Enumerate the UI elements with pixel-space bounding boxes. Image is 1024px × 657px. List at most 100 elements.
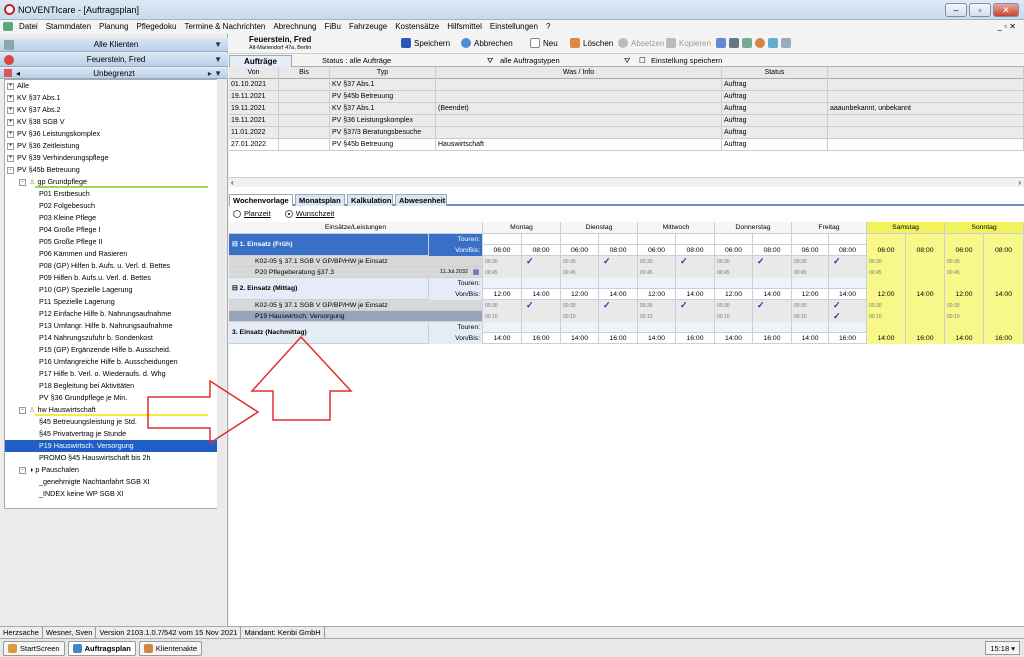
user-icon[interactable] <box>768 38 778 48</box>
menu-item[interactable]: Abrechnung <box>273 22 316 31</box>
time-cell[interactable]: 14:00 <box>984 289 1024 300</box>
tree-item[interactable]: + Alle <box>5 80 218 92</box>
tree-item[interactable]: + PV §39 Verhinderungspflege <box>5 152 218 164</box>
duration-cell[interactable]: 00:30 <box>792 300 829 311</box>
duration-cell[interactable]: 00:30 <box>867 256 906 267</box>
time-cell[interactable]: 16:00 <box>906 333 945 344</box>
tree-item[interactable]: PV §36 Grundpflege je Min. <box>5 392 218 404</box>
plan-time-radio[interactable] <box>233 209 241 218</box>
duration-cell[interactable]: 00:10 <box>561 311 599 322</box>
tree-item[interactable]: P11 Spezielle Lagerung <box>5 296 218 308</box>
time-cell[interactable]: 06:00 <box>792 245 829 256</box>
check-cell[interactable] <box>522 267 561 278</box>
minimize-button[interactable]: – <box>945 3 967 17</box>
chart-icon[interactable] <box>742 38 752 48</box>
touren-cell[interactable] <box>522 234 561 245</box>
touren-cell[interactable] <box>676 322 715 333</box>
duration-cell[interactable]: 00:30 <box>638 300 676 311</box>
check-cell[interactable] <box>599 267 638 278</box>
period-select[interactable]: ◂ Unbegrenzt ▸ ▼ <box>0 68 228 79</box>
menu-item[interactable]: Fahrzeuge <box>349 22 387 31</box>
tree-item[interactable]: - ♙ gp Grundpflege <box>5 176 218 188</box>
tab-month-plan[interactable]: Monatsplan <box>295 194 345 206</box>
task-startscreen[interactable]: StartScreen <box>3 640 65 656</box>
duration-cell[interactable]: 00:30 <box>483 300 522 311</box>
time-cell[interactable]: 12:00 <box>867 289 906 300</box>
time-cell[interactable]: 14:00 <box>829 289 867 300</box>
duration-cell[interactable]: 00:30 <box>715 300 753 311</box>
tree-item[interactable]: §45 Privatvertrag je Stunde <box>5 428 218 440</box>
check-cell[interactable]: ✓ <box>599 256 638 267</box>
tab-calculation[interactable]: Kalkulation <box>347 194 393 206</box>
check-cell[interactable] <box>753 311 792 322</box>
time-cell[interactable]: 14:00 <box>483 333 522 344</box>
tree-item[interactable]: - ◑ p Pauschalen <box>5 464 218 476</box>
check-cell[interactable]: ✓ <box>753 256 792 267</box>
duration-cell[interactable]: 00:45 <box>561 267 599 278</box>
column-header[interactable]: Was / Info <box>436 67 722 79</box>
check-cell[interactable] <box>599 311 638 322</box>
tree-item[interactable]: + KV §38 SGB V <box>5 116 218 128</box>
time-cell[interactable]: 14:00 <box>638 333 676 344</box>
menu-item[interactable]: Planung <box>99 22 128 31</box>
duration-cell[interactable]: 00:45 <box>867 267 906 278</box>
touren-cell[interactable] <box>753 322 792 333</box>
check-cell[interactable]: ✓ <box>829 311 867 322</box>
touren-cell[interactable] <box>599 322 638 333</box>
check-cell[interactable] <box>829 267 867 278</box>
touren-cell[interactable] <box>715 322 753 333</box>
gear-icon[interactable] <box>755 38 765 48</box>
tree-item[interactable]: PROMO §45 Hauswirtschaft bis 2h <box>5 452 218 464</box>
duration-cell[interactable]: 00:10 <box>715 311 753 322</box>
tree-item[interactable]: P16 Umfangreiche Hilfe b. Ausscheidungen <box>5 356 218 368</box>
clock[interactable]: 15:18 ▾ <box>985 641 1020 655</box>
touren-cell[interactable] <box>715 278 753 289</box>
client-group-select[interactable]: Alle Klienten ▼ <box>0 38 228 52</box>
touren-cell[interactable] <box>561 322 599 333</box>
duration-cell[interactable]: 00:30 <box>945 300 984 311</box>
check-cell[interactable] <box>753 267 792 278</box>
copy-button[interactable]: Kopieren <box>666 38 711 48</box>
time-cell[interactable]: 16:00 <box>599 333 638 344</box>
order-row[interactable]: 19.11.2021 PV §36 Leistungskomplex Auftrag <box>229 115 1024 127</box>
time-cell[interactable]: 14:00 <box>599 289 638 300</box>
close-order-button[interactable]: Absetzen <box>618 38 664 48</box>
touren-cell[interactable] <box>792 234 829 245</box>
touren-cell[interactable] <box>829 322 867 333</box>
time-cell[interactable]: 06:00 <box>483 245 522 256</box>
expand-icon[interactable]: + <box>7 94 14 102</box>
tab-orders[interactable]: Aufträge <box>229 55 292 67</box>
tree-item[interactable]: + KV §37 Abs.2 <box>5 104 218 116</box>
service-row[interactable]: K02-05 § 37.1 SGB V GP/BP/HW je Einsatz 0… <box>229 300 1024 311</box>
duration-cell[interactable]: 00:10 <box>867 311 906 322</box>
touren-cell[interactable] <box>638 278 676 289</box>
menu-item[interactable]: Pflegedoku <box>136 22 176 31</box>
check-cell[interactable]: ✓ <box>522 256 561 267</box>
day-header[interactable]: Sonntag <box>945 222 1024 233</box>
tab-week-template[interactable]: Wochenvorlage <box>229 194 293 206</box>
tree-scrollbar[interactable] <box>217 79 225 509</box>
menu-item[interactable]: Einstellungen <box>490 22 538 31</box>
expand-icon[interactable]: + <box>7 130 14 138</box>
scroll-right-icon[interactable]: › <box>1018 178 1021 187</box>
touren-cell[interactable] <box>638 234 676 245</box>
tree-item[interactable]: P15 (GP) Ergänzende Hilfe b. Ausscheid. <box>5 344 218 356</box>
touren-cell[interactable] <box>676 278 715 289</box>
expand-icon[interactable]: + <box>7 154 14 162</box>
duration-cell[interactable]: 00:10 <box>945 311 984 322</box>
time-cell[interactable]: 08:00 <box>984 245 1024 256</box>
check-cell[interactable] <box>984 300 1024 311</box>
grid-icon[interactable] <box>729 38 739 48</box>
calendar-icon[interactable]: ▦ <box>473 267 479 278</box>
tree-item[interactable]: + KV §37 Abs.1 <box>5 92 218 104</box>
time-cell[interactable]: 14:00 <box>867 333 906 344</box>
next-arrow-icon[interactable]: ▸ ▼ <box>208 69 222 78</box>
touren-cell[interactable] <box>676 234 715 245</box>
touren-cell[interactable] <box>945 234 984 245</box>
time-cell[interactable]: 12:00 <box>945 289 984 300</box>
touren-cell[interactable] <box>984 234 1024 245</box>
column-header[interactable]: Von <box>229 67 279 79</box>
check-cell[interactable] <box>906 256 945 267</box>
time-cell[interactable]: 06:00 <box>945 245 984 256</box>
touren-cell[interactable] <box>906 278 945 289</box>
